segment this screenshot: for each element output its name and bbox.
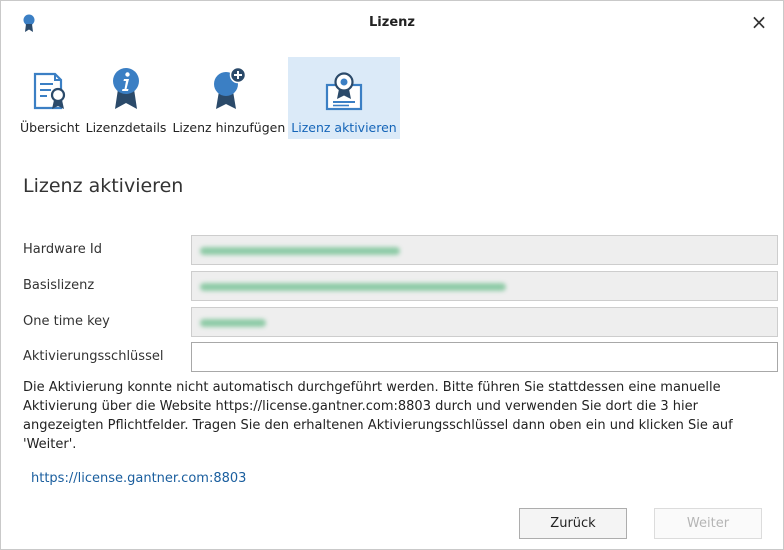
redacted-value <box>200 319 266 327</box>
back-button[interactable]: Zurück <box>519 508 627 539</box>
tab-license-details-label: Lizenzdetails <box>85 120 167 135</box>
activation-info-message: Die Aktivierung konnte nicht automatisch… <box>23 380 733 452</box>
tab-add-license-label: Lizenz hinzufügen <box>172 120 286 135</box>
hardware-id-row: Hardware Id <box>23 235 779 265</box>
activation-key-input[interactable] <box>191 342 778 372</box>
base-license-field[interactable] <box>191 271 778 301</box>
license-dialog: Lizenz × Übersicht Lizenzdetails Lizenz … <box>0 0 784 550</box>
license-website-link[interactable]: https://license.gantner.com:8803 <box>31 471 246 486</box>
tab-activate-license[interactable]: Lizenz aktivieren <box>288 57 400 139</box>
tab-license-details[interactable]: Lizenzdetails <box>83 57 170 139</box>
activate-certificate-icon <box>325 72 363 111</box>
certificate-overview-icon <box>33 72 65 110</box>
license-toolbar: Übersicht Lizenzdetails Lizenz hinzufüge… <box>17 57 400 139</box>
tab-add-license[interactable]: Lizenz hinzufügen <box>169 57 288 139</box>
base-license-row: Basislizenz <box>23 271 779 301</box>
page-title: Lizenz aktivieren <box>23 175 184 197</box>
one-time-key-field[interactable] <box>191 307 778 337</box>
activation-key-label: Aktivierungsschlüssel <box>23 349 164 364</box>
tab-overview-label: Übersicht <box>20 120 80 135</box>
redacted-value <box>200 247 400 255</box>
window-title: Lizenz <box>369 15 415 30</box>
add-license-icon <box>213 67 247 109</box>
info-ribbon-icon <box>113 68 140 109</box>
close-icon[interactable]: × <box>747 10 771 34</box>
hardware-id-label: Hardware Id <box>23 242 102 257</box>
tab-overview[interactable]: Übersicht <box>17 57 83 139</box>
activation-key-row: Aktivierungsschlüssel <box>23 342 779 372</box>
title-bar: Lizenz × <box>1 1 783 41</box>
redacted-value <box>200 283 506 291</box>
one-time-key-row: One time key <box>23 307 779 337</box>
hardware-id-field[interactable] <box>191 235 778 265</box>
one-time-key-label: One time key <box>23 314 110 329</box>
next-button[interactable]: Weiter <box>654 508 762 539</box>
tab-activate-license-label: Lizenz aktivieren <box>291 120 397 135</box>
base-license-label: Basislizenz <box>23 278 95 293</box>
